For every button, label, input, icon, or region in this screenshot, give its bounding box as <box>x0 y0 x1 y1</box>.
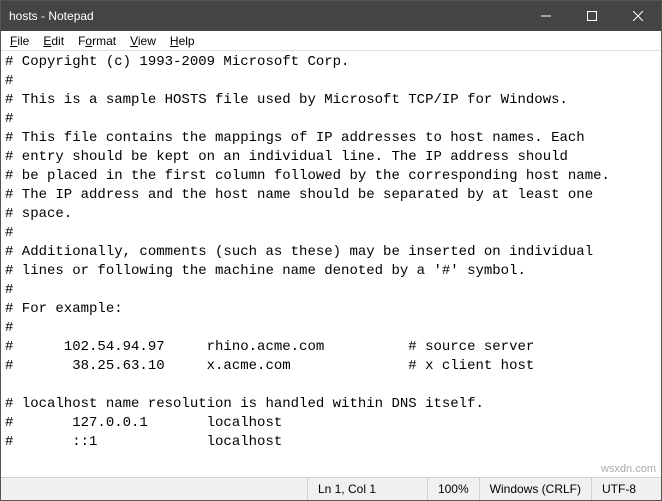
minimize-button[interactable] <box>523 1 569 31</box>
maximize-icon <box>587 11 597 21</box>
status-bar: Ln 1, Col 1 100% Windows (CRLF) UTF-8 <box>1 477 661 500</box>
status-encoding: UTF-8 <box>591 478 661 500</box>
window-controls <box>523 1 661 31</box>
maximize-button[interactable] <box>569 1 615 31</box>
menu-help[interactable]: Help <box>163 32 202 50</box>
editor-content[interactable]: # Copyright (c) 1993-2009 Microsoft Corp… <box>1 51 661 454</box>
menu-view[interactable]: View <box>123 32 163 50</box>
menu-edit-rest: dit <box>51 34 64 48</box>
menu-file-rest: ile <box>17 34 29 48</box>
menu-help-rest: elp <box>179 34 195 48</box>
status-line-ending: Windows (CRLF) <box>479 478 591 500</box>
close-icon <box>633 11 643 21</box>
menu-edit[interactable]: Edit <box>36 32 71 50</box>
minimize-icon <box>541 11 551 21</box>
text-editor[interactable]: # Copyright (c) 1993-2009 Microsoft Corp… <box>1 51 661 477</box>
menu-format-rest: rmat <box>92 34 116 48</box>
menu-bar: File Edit Format View Help <box>1 31 661 51</box>
status-position: Ln 1, Col 1 <box>307 478 427 500</box>
menu-format[interactable]: Format <box>71 32 123 50</box>
window-title: hosts - Notepad <box>9 9 523 23</box>
status-zoom: 100% <box>427 478 479 500</box>
close-button[interactable] <box>615 1 661 31</box>
menu-view-rest: iew <box>138 34 156 48</box>
title-bar: hosts - Notepad <box>1 1 661 31</box>
menu-file[interactable]: File <box>3 32 36 50</box>
